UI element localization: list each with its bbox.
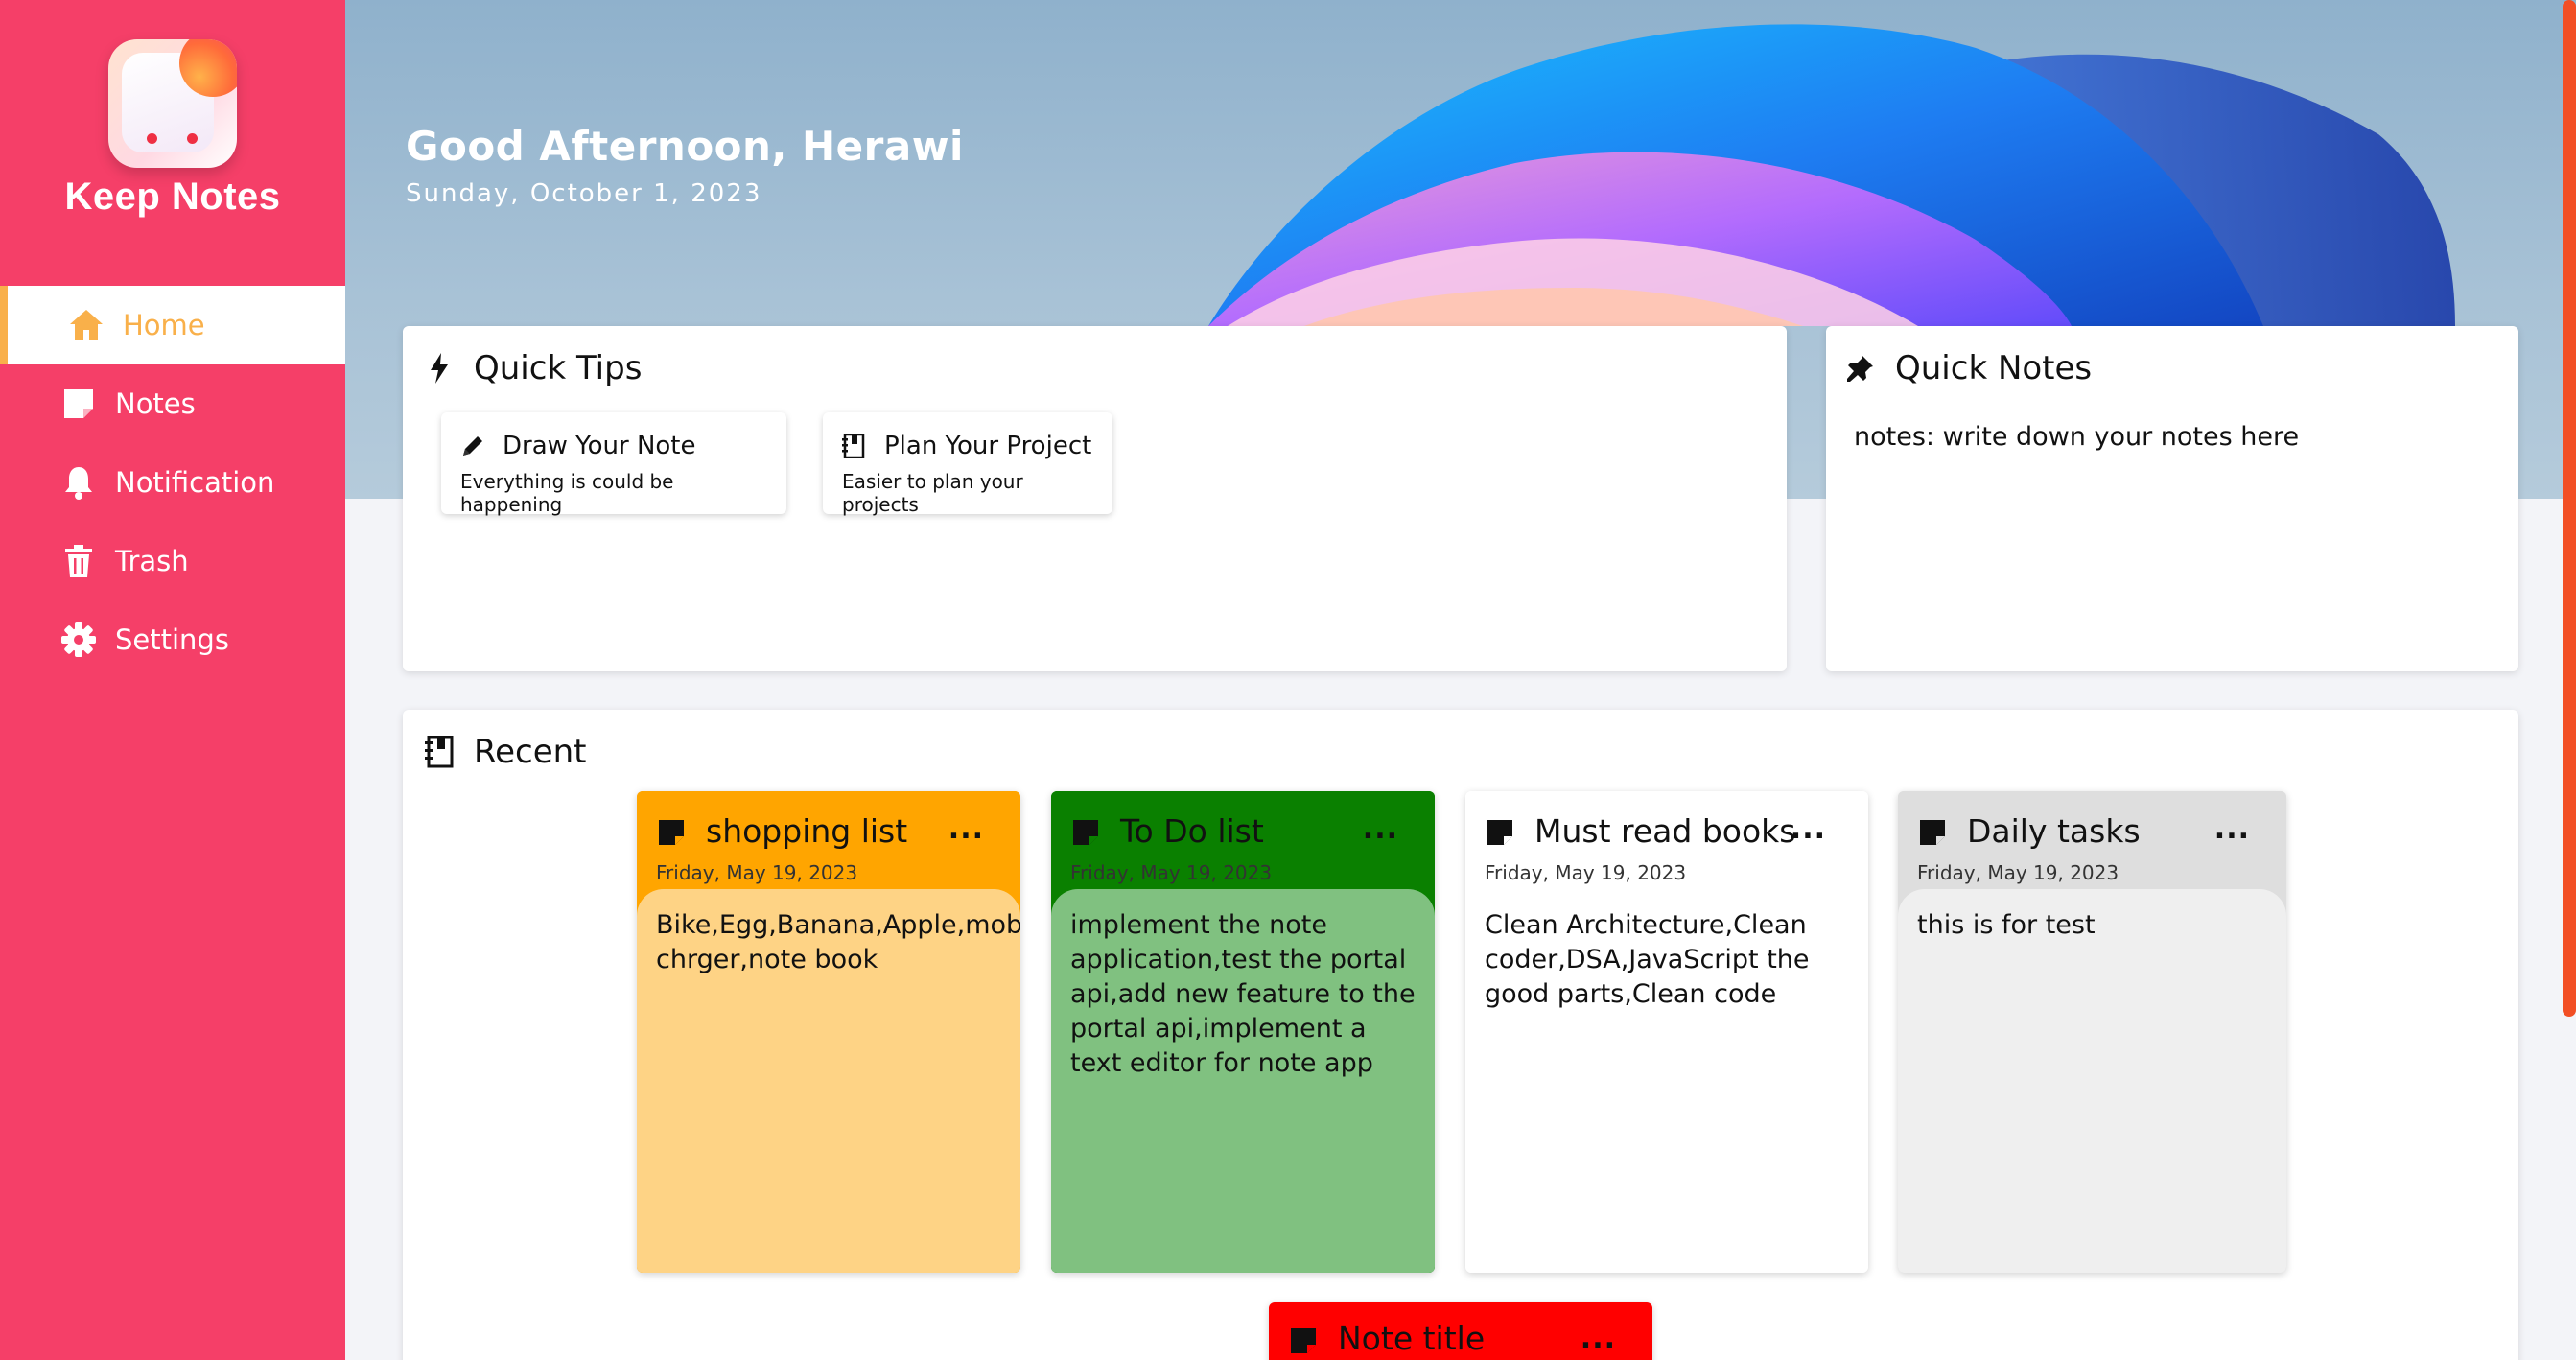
- tip-subtitle: Everything is could be happening: [460, 470, 674, 516]
- sidebar: Keep Notes Home Notes Notification Trash: [0, 0, 345, 1360]
- sidebar-item-label: Notes: [115, 387, 196, 420]
- note-title: To Do list: [1120, 812, 1264, 850]
- note-icon: [1291, 1328, 1316, 1353]
- note-body: Clean Architecture,Clean coder,DSA,JavaS…: [1465, 889, 1868, 1273]
- note-card-must-read-books[interactable]: Must read books ... Friday, May 19, 2023…: [1465, 791, 1868, 1273]
- trash-icon: [59, 542, 98, 580]
- quick-tips-header: Quick Tips: [424, 349, 642, 387]
- quick-notes-title: Quick Notes: [1895, 349, 2093, 387]
- tip-plan-your-project[interactable]: Plan Your Project Easier to plan your pr…: [823, 412, 1112, 516]
- more-options-icon[interactable]: ...: [2214, 812, 2250, 846]
- sidebar-item-label: Settings: [115, 623, 229, 656]
- recent-header: Recent: [424, 733, 587, 771]
- more-options-icon[interactable]: ...: [948, 812, 984, 846]
- note-title: Must read books: [1534, 812, 1796, 850]
- note-body: implement the note application,test the …: [1051, 889, 1435, 1273]
- app-logo[interactable]: [108, 39, 237, 168]
- lightning-icon: [424, 353, 455, 384]
- app-name: Keep Notes: [64, 176, 281, 218]
- note-icon: [1920, 820, 1945, 845]
- note-card-daily-tasks[interactable]: Daily tasks ... Friday, May 19, 2023 thi…: [1898, 791, 2286, 1273]
- quick-notes-card[interactable]: Quick Notes: [1826, 326, 2518, 671]
- more-options-icon[interactable]: ...: [1363, 812, 1398, 846]
- pin-icon: [1845, 353, 1876, 384]
- tip-title: Plan Your Project: [884, 432, 1092, 460]
- home-icon: [67, 306, 105, 344]
- quick-notes-input[interactable]: notes: write down your notes here: [1854, 422, 2299, 452]
- sidebar-item-notification[interactable]: Notification: [0, 443, 345, 522]
- scrollbar-thumb[interactable]: [2563, 0, 2576, 1017]
- note-card-to-do-list[interactable]: To Do list ... Friday, May 19, 2023 impl…: [1051, 791, 1435, 1273]
- sidebar-item-home[interactable]: Home: [0, 286, 345, 364]
- note-title: Daily tasks: [1967, 812, 2141, 850]
- note-body: Bike,Egg,Banana,Apple,mobile chrger,note…: [637, 889, 1020, 1273]
- note-icon: [59, 385, 98, 423]
- note-card-shopping-list[interactable]: shopping list ... Friday, May 19, 2023 B…: [637, 791, 1020, 1273]
- tip-subtitle: Easier to plan your projects: [842, 470, 1023, 516]
- note-body: this is for test: [1898, 889, 2286, 1273]
- note-title: shopping list: [706, 812, 908, 850]
- note-date: Friday, May 19, 2023: [656, 861, 858, 884]
- pencil-icon: [460, 434, 485, 458]
- note-card-note-title[interactable]: Note title ...: [1269, 1302, 1652, 1360]
- more-options-icon[interactable]: ...: [1581, 1322, 1616, 1355]
- sidebar-item-label: Home: [123, 309, 205, 341]
- sidebar-item-settings[interactable]: Settings: [0, 600, 345, 679]
- quick-notes-header: Quick Notes: [1845, 349, 2092, 387]
- quick-tips-card: Quick Tips Draw Your Note Everything is …: [403, 326, 1787, 671]
- gear-icon: [59, 621, 98, 659]
- tip-title: Draw Your Note: [503, 432, 696, 460]
- note-icon: [659, 820, 684, 845]
- sidebar-nav: Home Notes Notification Trash Settings: [0, 286, 345, 679]
- sidebar-item-notes[interactable]: Notes: [0, 364, 345, 443]
- tip-draw-your-note[interactable]: Draw Your Note Everything is could be ha…: [441, 412, 786, 516]
- greeting: Good Afternoon, Herawi: [406, 123, 964, 170]
- note-date: Friday, May 19, 2023: [1070, 861, 1273, 884]
- notebook-icon: [842, 434, 867, 458]
- note-icon: [1073, 820, 1098, 845]
- sidebar-item-label: Notification: [115, 466, 275, 499]
- note-title: Note title: [1338, 1320, 1486, 1357]
- notebook-icon: [424, 736, 455, 768]
- note-icon: [1487, 820, 1512, 845]
- note-date: Friday, May 19, 2023: [1917, 861, 2119, 884]
- recent-title: Recent: [474, 733, 587, 771]
- more-options-icon[interactable]: ...: [1791, 812, 1826, 846]
- sidebar-item-label: Trash: [115, 545, 189, 577]
- sidebar-item-trash[interactable]: Trash: [0, 522, 345, 600]
- bell-icon: [59, 463, 98, 502]
- note-date: Friday, May 19, 2023: [1485, 861, 1687, 884]
- quick-tips-title: Quick Tips: [474, 349, 643, 387]
- current-date: Sunday, October 1, 2023: [406, 179, 762, 208]
